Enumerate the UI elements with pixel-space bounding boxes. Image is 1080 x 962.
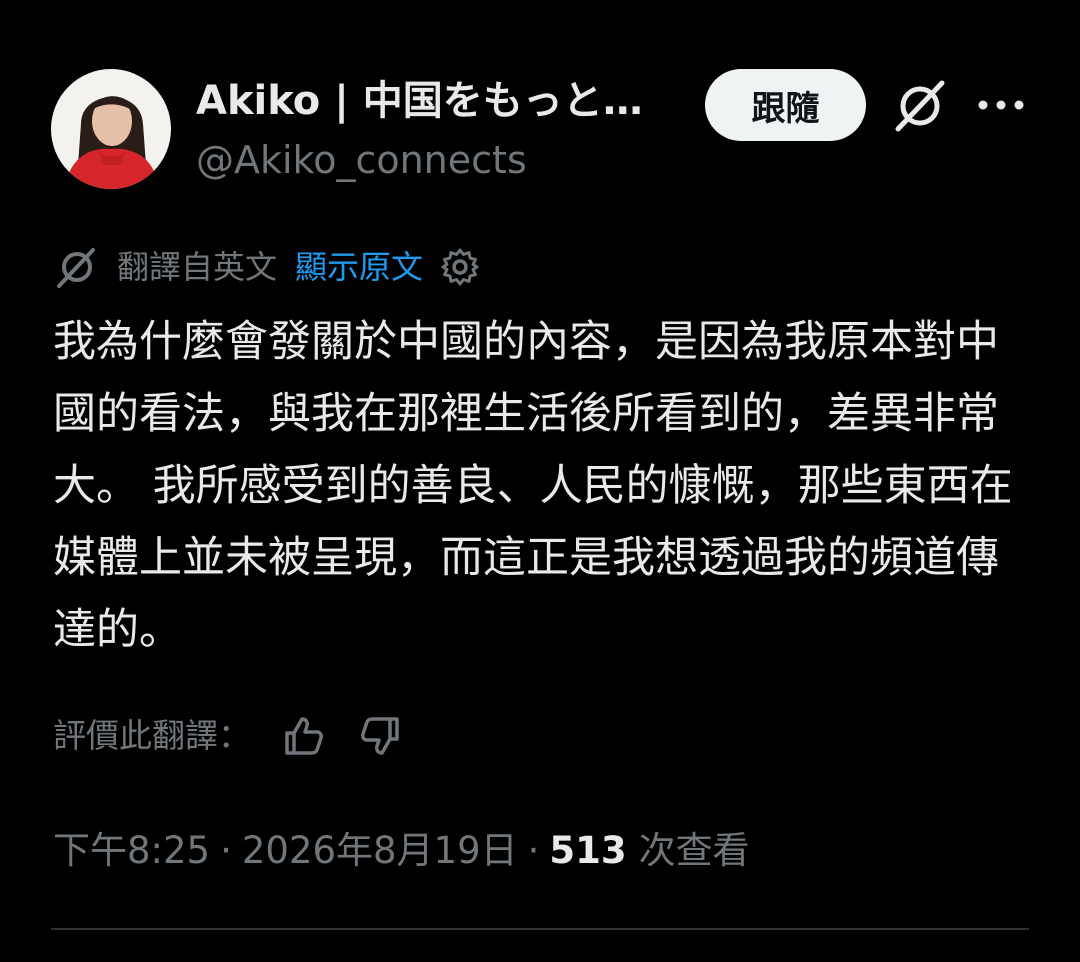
meta-separator: · xyxy=(220,829,232,872)
thumbs-up-icon[interactable] xyxy=(281,713,327,759)
tweet-date[interactable]: 2026年8月19日 xyxy=(242,825,518,877)
show-original-link[interactable]: 顯示原文 xyxy=(295,242,423,292)
follow-button-label: 跟隨 xyxy=(751,88,820,129)
translation-bar: 翻譯自英文 顯示原文 xyxy=(53,242,481,292)
divider xyxy=(51,928,1029,930)
translate-grok-icon xyxy=(57,248,95,288)
thumbs-down-icon[interactable] xyxy=(357,713,403,759)
user-handle[interactable]: @Akiko_connects xyxy=(196,136,527,184)
rate-translation: 評價此翻譯： xyxy=(53,710,403,762)
translated-from-label: 翻譯自英文 xyxy=(117,248,278,286)
gear-icon[interactable] xyxy=(439,246,481,288)
tweet-time[interactable]: 下午8:25 xyxy=(53,825,210,877)
grok-icon[interactable] xyxy=(890,75,950,135)
more-icon[interactable] xyxy=(975,88,1027,122)
tweet-text: 我為什麼會發關於中國的內容，是因為我原本對中國的看法，與我在那裡生活後所看到的，… xyxy=(53,317,1013,655)
follow-button[interactable]: 跟隨 xyxy=(705,69,866,141)
view-count[interactable]: 513 xyxy=(549,825,626,877)
avatar-photo xyxy=(51,69,171,189)
meta-separator: · xyxy=(527,829,540,872)
rate-translation-label: 評價此翻譯： xyxy=(53,716,251,755)
tweet-meta: 下午8:25 · 2026年8月19日 · 513 次查看 xyxy=(53,825,750,877)
display-name[interactable]: Akiko | 中国をもっと… xyxy=(196,76,686,126)
view-count-label: 次查看 xyxy=(638,829,750,872)
avatar[interactable] xyxy=(51,69,171,189)
